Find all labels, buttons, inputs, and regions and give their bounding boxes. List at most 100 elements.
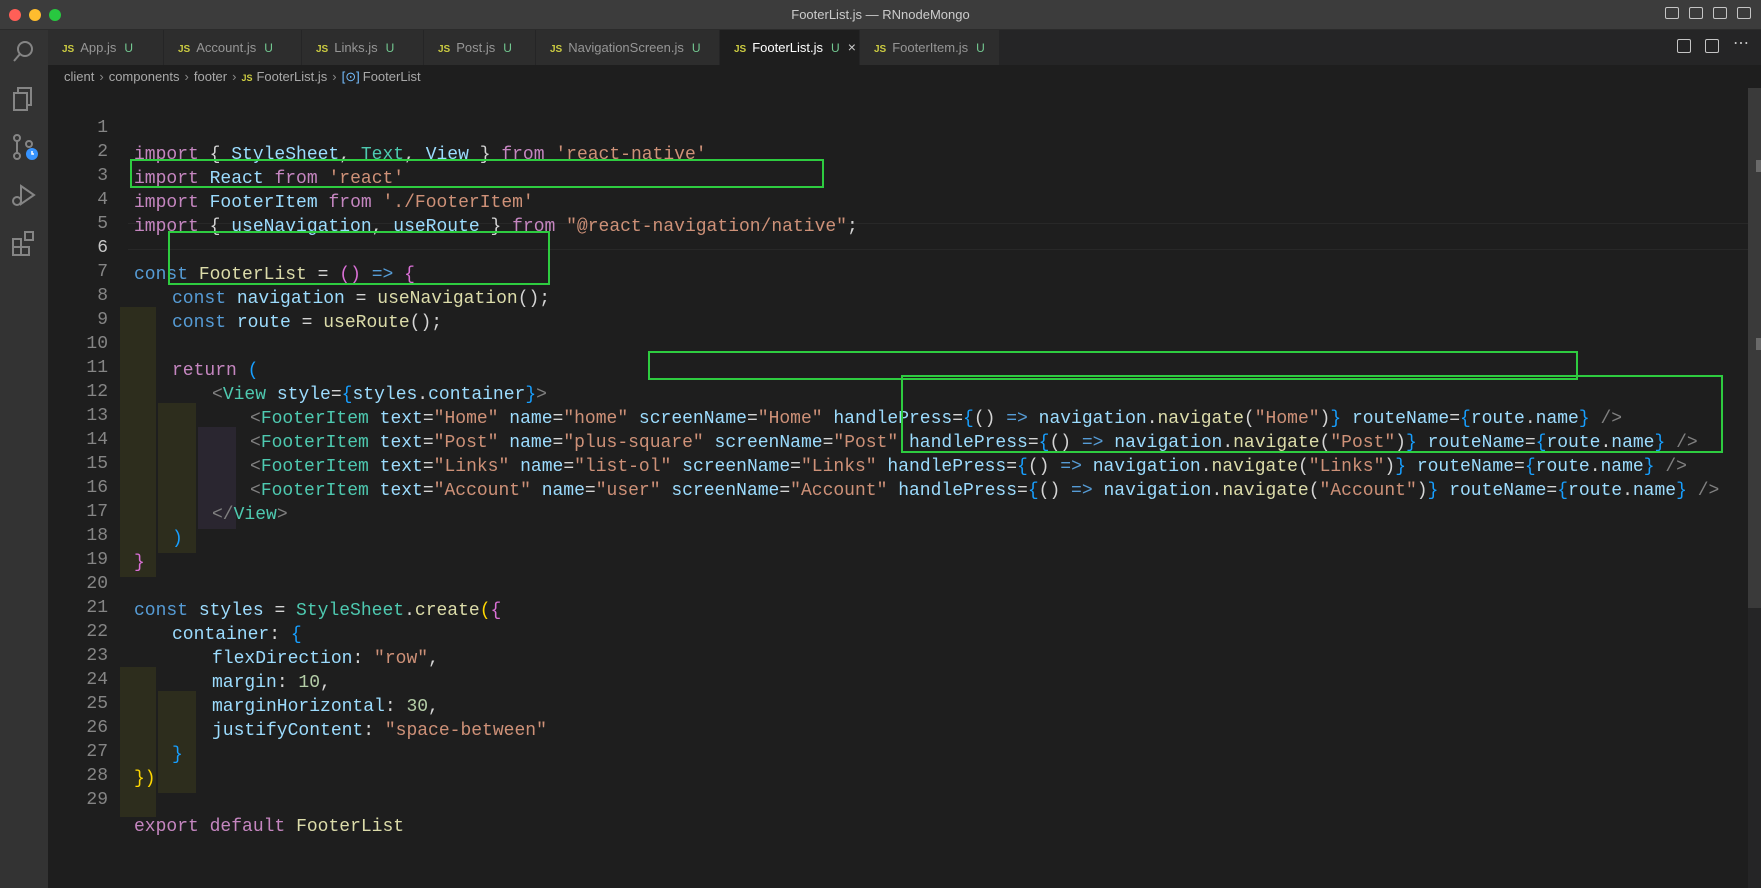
code-text: const styles = StyleSheet.create({ [134, 601, 502, 621]
code-line: 13 <FooterItem text="Post" name="plus-sq… [48, 376, 1697, 453]
code-text: const navigation = useNavigation(); [172, 289, 551, 309]
explorer-icon[interactable] [9, 84, 39, 114]
code-line: 19 [48, 520, 108, 570]
split-editor-icon[interactable] [1705, 39, 1719, 53]
highlight-box-import [130, 159, 824, 188]
breadcrumb-components[interactable]: components [109, 69, 180, 84]
symbol-variable-icon: [⊙] [341, 69, 360, 84]
close-tab-icon[interactable]: × [848, 39, 856, 55]
code-line: 16 </View> [48, 448, 287, 525]
breadcrumb-client[interactable]: client [64, 69, 94, 84]
code-line: 9 [48, 280, 108, 330]
code-text: ) [172, 529, 183, 549]
title-bar: FooterList.js — RNnodeMongo [0, 0, 1761, 30]
code-text: container: { [172, 625, 302, 645]
toggle-sidebar-icon[interactable] [1665, 7, 1679, 19]
indent-guide [120, 307, 156, 577]
highlight-box-handlers [901, 375, 1723, 453]
code-editor[interactable]: 1 import { StyleSheet, Text, View } from… [48, 88, 1761, 888]
toggle-panel-icon[interactable] [1689, 7, 1703, 19]
code-line: 10 return ( [48, 304, 258, 381]
tab-links-js[interactable]: JS Links.js U [302, 30, 424, 65]
chevron-right-icon: › [232, 69, 237, 84]
chevron-right-icon: › [184, 69, 189, 84]
code-line: 23 margin: 10, [48, 616, 330, 693]
code-line: 29 export default FooterList [48, 760, 404, 837]
code-text: <FooterItem text="Account" name="user" s… [250, 481, 1720, 501]
code-line: 4 import { useNavigation, useRoute } fro… [48, 160, 858, 237]
indent-guide [120, 667, 156, 817]
chevron-right-icon: › [99, 69, 104, 84]
code-line: 22 flexDirection: "row", [48, 592, 438, 669]
tab-account-js[interactable]: JS Account.js U [164, 30, 302, 65]
code-line: 18 } [48, 496, 144, 573]
open-changes-icon[interactable] [1677, 39, 1691, 53]
js-file-icon: JS [734, 44, 747, 55]
js-file-icon: JS [62, 44, 75, 55]
breadcrumb-footer[interactable]: footer [194, 69, 227, 84]
tab-navigationscreen-js[interactable]: JS NavigationScreen.js U [536, 30, 720, 65]
code-line: 6 const FooterList = () => { [48, 208, 415, 285]
js-file-icon: JS [241, 73, 253, 83]
highlight-box-hooks [168, 231, 550, 285]
code-text: justifyContent: "space-between" [212, 721, 547, 741]
toggle-secondary-sidebar-icon[interactable] [1713, 7, 1727, 19]
customize-layout-icon[interactable] [1737, 7, 1751, 19]
breadcrumb: client › components › footer › JS FooterList.js… [64, 66, 421, 88]
code-line: 28 [48, 736, 108, 786]
source-control-icon[interactable] [9, 132, 39, 162]
breadcrumb-symbol[interactable]: FooterList [363, 69, 421, 84]
code-line: 11 <View style={styles.container}> [48, 328, 547, 405]
chevron-right-icon: › [332, 69, 337, 84]
code-text: margin: 10, [212, 673, 331, 693]
tab-footeritem-js[interactable]: JS FooterItem.js U [860, 30, 1000, 65]
code-line: 8 const route = useRoute(); [48, 256, 442, 333]
overview-ruler-mark [1756, 160, 1761, 172]
code-text: export default FooterList [134, 817, 405, 837]
tab-footerlist-js[interactable]: JS FooterList.js U × [720, 30, 860, 65]
code-line: 26 } [48, 688, 182, 765]
code-line: 5 [48, 184, 108, 234]
run-debug-icon[interactable] [9, 180, 39, 210]
overview-ruler-mark [1756, 338, 1761, 350]
layout-controls [1665, 7, 1751, 19]
tab-post-js[interactable]: JS Post.js U [424, 30, 536, 65]
vertical-scrollbar[interactable] [1748, 88, 1761, 888]
code-text: flexDirection: "row", [212, 649, 439, 669]
activity-bar [0, 30, 48, 888]
js-file-icon: JS [550, 44, 563, 55]
code-line: 15 <FooterItem text="Account" name="user… [48, 424, 1719, 501]
code-line: 3 import FooterItem from './FooterItem' [48, 136, 534, 213]
line-number: 29 [86, 790, 108, 810]
code-line: 17 ) [48, 472, 182, 549]
window-title: FooterList.js — RNnodeMongo [791, 7, 970, 22]
search-icon[interactable] [9, 36, 39, 66]
js-file-icon: JS [316, 44, 329, 55]
code-line: 14 <FooterItem text="Links" name="list-o… [48, 400, 1687, 477]
js-file-icon: JS [438, 44, 451, 55]
code-text: <FooterItem text="Links" name="list-ol" … [250, 457, 1687, 477]
code-text: }) [134, 769, 156, 789]
code-line: 27 }) [48, 712, 155, 789]
more-actions-icon[interactable]: ⋯ [1733, 36, 1749, 53]
code-line: 12 <FooterItem text="Home" name="home" s… [48, 352, 1622, 429]
code-text: <View style={styles.container}> [212, 385, 547, 405]
code-text: import FooterItem from './FooterItem' [134, 193, 534, 213]
editor-tabs: JS App.js U JS Account.js U JS Links.js U JS Po… [48, 30, 1761, 65]
code-text: return ( [172, 361, 259, 381]
code-line: 20 const styles = StyleSheet.create({ [48, 544, 501, 621]
breadcrumb-file[interactable]: FooterList.js [256, 69, 327, 84]
code-line: 2 import React from 'react' [48, 112, 404, 189]
code-text: } [134, 553, 145, 573]
code-line: 1 import { StyleSheet, Text, View } from… [48, 88, 706, 165]
code-text: const route = useRoute(); [172, 313, 443, 333]
code-text: marginHorizontal: 30, [212, 697, 439, 717]
tab-app-js[interactable]: JS App.js U [48, 30, 164, 65]
code-text: } [172, 745, 183, 765]
code-text: </View> [212, 505, 288, 525]
js-file-icon: JS [178, 44, 191, 55]
editor-actions: ⋯ [1677, 36, 1749, 53]
extensions-icon[interactable] [9, 228, 39, 258]
code-line: 21 container: { [48, 568, 301, 645]
code-line: 7 const navigation = useNavigation(); [48, 232, 550, 309]
